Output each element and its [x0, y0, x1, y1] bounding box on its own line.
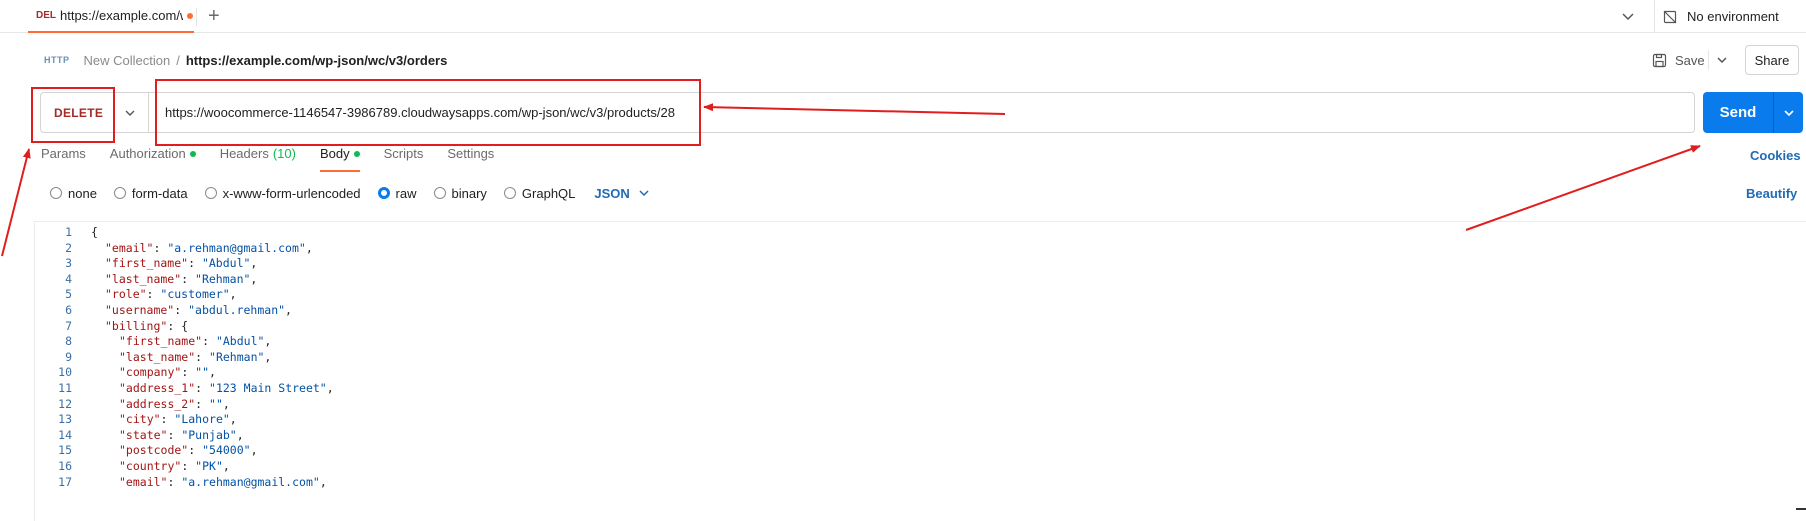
add-tab-button[interactable]: + — [208, 4, 220, 28]
save-button[interactable]: Save — [1652, 46, 1705, 74]
body-type-none[interactable]: none — [50, 186, 97, 201]
no-environment-icon — [1663, 10, 1677, 23]
headers-count: (10) — [272, 146, 296, 161]
status-dot-icon — [353, 151, 360, 157]
request-tabs: Params Authorization Headers (10) Body S… — [41, 146, 518, 172]
radio-icon — [204, 187, 217, 199]
scrollbar-marker[interactable] — [1796, 508, 1806, 510]
url-divider — [148, 93, 149, 132]
environment-label: No environment — [1687, 9, 1779, 24]
radio-label: x-www-form-urlencoded — [222, 185, 361, 201]
send-divider — [1773, 92, 1774, 133]
breadcrumb: HTTP New Collection / https://example.co… — [44, 48, 447, 72]
body-type-form-data[interactable]: form-data — [113, 185, 188, 201]
http-icon: HTTP — [44, 55, 70, 65]
save-label: Save — [1675, 52, 1705, 68]
tab-label: Params — [41, 146, 86, 161]
radio-icon — [50, 187, 62, 199]
chevron-down-icon[interactable] — [123, 106, 137, 120]
send-button-group: Send — [1703, 92, 1803, 133]
tab-bar: DEL https://example.com/wp-json/wc/v3/or… — [0, 0, 1806, 33]
request-tab[interactable]: DEL https://example.com/wp-json/wc/v3/or… — [28, 0, 194, 33]
tab-title: https://example.com/wp-json/wc/v3/orders — [60, 8, 183, 23]
code-line: 17 "email": "a.rehman@gmail.com", — [0, 473, 1806, 491]
tab-method-badge: DEL — [36, 10, 56, 21]
code-text: "email": "a.rehman@gmail.com", — [119, 474, 327, 489]
chevron-down-icon[interactable] — [1620, 8, 1636, 24]
unsaved-dot-icon — [187, 12, 193, 19]
annotation-box-url — [155, 79, 701, 146]
radio-label: binary — [451, 185, 487, 201]
tab-label: Headers — [219, 146, 269, 161]
tab-params[interactable]: Params — [41, 146, 86, 172]
annotation-arrow-send — [1465, 145, 1701, 231]
tab-label: Body — [319, 146, 350, 161]
breadcrumb-request-name[interactable]: https://example.com/wp-json/wc/v3/orders — [186, 53, 448, 68]
body-type-urlencoded[interactable]: x-www-form-urlencoded — [204, 185, 361, 201]
radio-label: none — [68, 185, 97, 201]
chevron-down-icon[interactable] — [1714, 52, 1730, 68]
cookies-link[interactable]: Cookies — [1750, 148, 1801, 163]
environment-selector[interactable]: No environment — [1663, 0, 1779, 33]
radio-selected-icon — [377, 187, 390, 199]
radio-icon — [503, 187, 516, 199]
breadcrumb-collection[interactable]: New Collection — [84, 53, 171, 68]
annotation-box-method — [31, 87, 115, 143]
tab-label: Authorization — [109, 146, 186, 161]
breadcrumb-separator: / — [176, 52, 180, 68]
radio-label: form-data — [131, 185, 188, 201]
status-dot-icon — [189, 151, 196, 157]
body-type-graphql[interactable]: GraphQL — [503, 185, 576, 201]
beautify-button[interactable]: Beautify — [1746, 186, 1797, 201]
body-type-raw[interactable]: raw — [377, 185, 417, 201]
tab-authorization[interactable]: Authorization — [110, 146, 196, 172]
tab-divider — [196, 8, 197, 26]
chevron-down-icon[interactable] — [1781, 105, 1797, 121]
format-label: JSON — [594, 185, 630, 201]
body-type-selector: none form-data x-www-form-urlencoded raw… — [50, 184, 650, 202]
tab-scripts[interactable]: Scripts — [384, 146, 424, 172]
tab-settings[interactable]: Settings — [447, 146, 494, 172]
tab-body[interactable]: Body — [319, 146, 360, 172]
line-number: 17 — [58, 474, 72, 489]
environment-divider — [1654, 0, 1655, 33]
tab-label: Settings — [447, 146, 495, 161]
share-button[interactable]: Share — [1745, 45, 1799, 75]
radio-label: GraphQL — [521, 185, 576, 201]
tab-label: Scripts — [383, 146, 424, 161]
send-button[interactable]: Send — [1703, 92, 1773, 133]
radio-icon — [113, 187, 126, 199]
tab-headers[interactable]: Headers (10) — [220, 146, 296, 172]
body-type-binary[interactable]: binary — [433, 185, 487, 201]
chevron-down-icon — [639, 190, 649, 197]
save-divider — [1708, 50, 1709, 70]
radio-label: raw — [395, 185, 417, 201]
format-select[interactable]: JSON — [594, 186, 649, 201]
radio-icon — [433, 187, 446, 199]
save-icon — [1652, 53, 1667, 67]
